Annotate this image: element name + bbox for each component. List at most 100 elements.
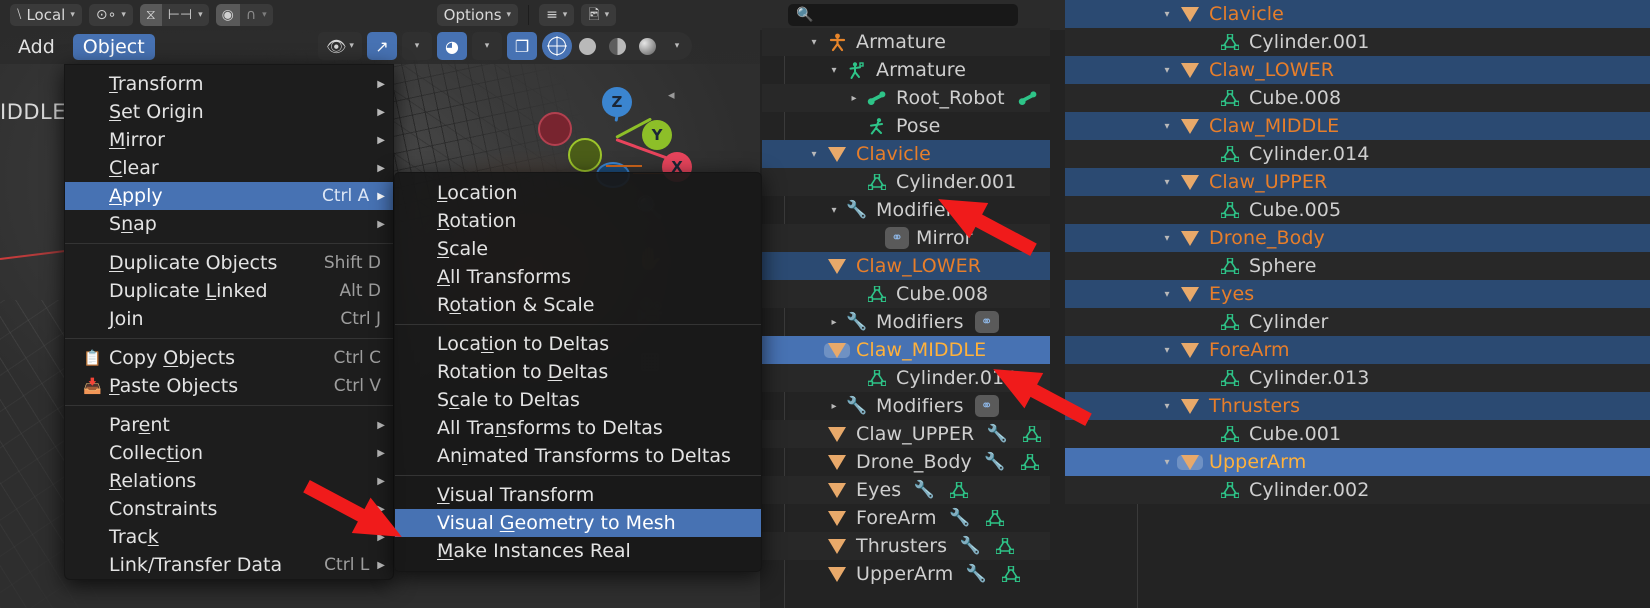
disclosure-right-icon[interactable]: ▸ xyxy=(824,401,844,412)
outliner-row[interactable]: ▸ Sphere xyxy=(1065,252,1650,280)
gizmo-axis-z[interactable]: Z xyxy=(602,87,632,117)
menu-item-set-origin[interactable]: Set Origin ▶ xyxy=(65,98,393,126)
menu-item-copy-objects[interactable]: 📋 Copy Objects Ctrl C xyxy=(65,344,393,372)
submenu-item-scale[interactable]: Scale xyxy=(395,235,761,263)
outliner-search[interactable]: 🔍 xyxy=(788,4,1019,26)
sidebar-toggle-arrow[interactable]: ◂ xyxy=(668,88,675,103)
outliner-row[interactable]: ▾ Clavicle xyxy=(762,140,1050,168)
outliner-row[interactable]: ▸Cylinder.001 xyxy=(1065,28,1650,56)
menu-item-duplicate-objects[interactable]: Duplicate Objects Shift D xyxy=(65,249,393,277)
outliner-row[interactable]: ▸ Claw_UPPER 🔧 xyxy=(762,420,1050,448)
submenu-item-visual-geometry-to-mesh[interactable]: Visual Geometry to Mesh xyxy=(395,509,761,537)
outliner-row[interactable]: ▸ Cube.001 xyxy=(1065,420,1650,448)
menu-add[interactable]: Add xyxy=(8,34,65,60)
outliner-row[interactable]: ▸ Cube.008 xyxy=(762,280,1050,308)
outliner-row[interactable]: ▾ Thrusters xyxy=(1065,392,1650,420)
outliner-row[interactable]: ▸ Root_Robot xyxy=(762,84,1050,112)
disclosure-down-icon[interactable]: ▾ xyxy=(1157,233,1177,244)
shading-dropdown[interactable]: ▾ xyxy=(662,32,692,60)
search-input[interactable] xyxy=(819,7,1011,23)
gizmos-dropdown[interactable]: ▾ xyxy=(402,32,432,60)
outliner-row[interactable]: ▾ UpperArm xyxy=(1065,448,1650,476)
transform-orientation-dropdown[interactable]: ⧵ Local ▾ xyxy=(10,4,82,26)
overlays-toggle[interactable]: ◕ xyxy=(437,32,467,60)
outliner-row[interactable]: ▾ Claw_MIDDLE xyxy=(1065,112,1650,140)
shading-solid-button[interactable] xyxy=(572,32,602,60)
outliner-row[interactable]: ▸ Cylinder.014 xyxy=(1065,140,1650,168)
outliner-row[interactable]: ▸ Cube.008 xyxy=(1065,84,1650,112)
menu-object[interactable]: Object xyxy=(72,34,155,60)
submenu-item-location-to-deltas[interactable]: Location to Deltas xyxy=(395,330,761,358)
outliner-row[interactable]: ▸ Pose xyxy=(762,112,1050,140)
disclosure-down-icon[interactable]: ▾ xyxy=(824,205,844,216)
menu-item-parent[interactable]: Parent ▶ xyxy=(65,411,393,439)
outliner-row[interactable]: ▾ ForeArm xyxy=(1065,336,1650,364)
disclosure-down-icon[interactable]: ▾ xyxy=(1157,345,1177,356)
shading-wireframe-button[interactable] xyxy=(542,32,572,60)
submenu-item-rotation-scale[interactable]: Rotation & Scale xyxy=(395,291,761,319)
shading-material-button[interactable] xyxy=(602,32,632,60)
outliner-row[interactable]: ▸ 🔧 Modifiers ⚭ xyxy=(762,308,1050,336)
disclosure-down-icon[interactable]: ▾ xyxy=(824,65,844,76)
outliner-row[interactable]: ▾ Claw_UPPER xyxy=(1065,168,1650,196)
outliner-row[interactable]: ▸ Eyes 🔧 xyxy=(762,476,1050,504)
disclosure-down-icon[interactable]: ▾ xyxy=(1157,177,1177,188)
gizmos-toggle[interactable]: ↗ xyxy=(367,32,397,60)
disclosure-down-icon[interactable]: ▾ xyxy=(1157,65,1177,76)
snapping-group[interactable]: ⧖ ⊢⊣ ▾ xyxy=(139,4,209,26)
outliner-row[interactable]: ▸ Cube.005 xyxy=(1065,196,1650,224)
disclosure-down-icon[interactable]: ▾ xyxy=(1157,289,1177,300)
submenu-item-animated-transforms-to-deltas[interactable]: Animated Transforms to Deltas xyxy=(395,442,761,470)
disclosure-right-icon[interactable]: ▸ xyxy=(824,317,844,328)
outliner-row[interactable]: ▸ Cylinder.013 xyxy=(1065,364,1650,392)
submenu-item-location[interactable]: Location xyxy=(395,179,761,207)
menu-item-paste-objects[interactable]: 📥 Paste Objects Ctrl V xyxy=(65,372,393,400)
outliner-right-panel[interactable]: ▾ Clavicle ▸ Cylinder.001 ▾ Claw_LOWER ▸ Cube.0… xyxy=(1065,0,1650,608)
outliner-row[interactable]: ▾ Claw_LOWER xyxy=(1065,56,1650,84)
disclosure-down-icon[interactable]: ▾ xyxy=(804,149,824,160)
outliner-row[interactable]: ▸ Drone_Body 🔧 xyxy=(762,448,1050,476)
overlays-dropdown[interactable]: ▾ xyxy=(472,32,502,60)
outliner-row[interactable]: ▸ Thrusters 🔧 xyxy=(762,532,1050,560)
proportional-editing-toggle[interactable]: ◉ xyxy=(215,4,240,26)
outliner-row[interactable]: ▸ UpperArm 🔧 xyxy=(762,560,1050,588)
submenu-item-rotation-to-deltas[interactable]: Rotation to Deltas xyxy=(395,358,761,386)
disclosure-right-icon[interactable]: ▸ xyxy=(844,93,864,104)
disclosure-down-icon[interactable]: ▾ xyxy=(1157,401,1177,412)
menu-item-clear[interactable]: Clear ▶ xyxy=(65,154,393,182)
outliner-row[interactable]: ▾ Armature xyxy=(762,56,1050,84)
viewport-shading-group[interactable]: ▾ xyxy=(542,32,692,60)
pivot-point-dropdown[interactable]: ⊙∘ ▾ xyxy=(88,4,133,26)
submenu-item-rotation[interactable]: Rotation xyxy=(395,207,761,235)
outliner-filter-dropdown[interactable]: ≡ ▾ xyxy=(539,4,575,26)
apply-submenu[interactable]: Location Rotation Scale All Transforms Rotat… xyxy=(394,172,762,572)
options-dropdown[interactable]: Options ▾ xyxy=(436,4,519,26)
disclosure-down-icon[interactable]: ▾ xyxy=(1157,457,1177,468)
menu-item-join[interactable]: Join Ctrl J xyxy=(65,305,393,333)
submenu-item-scale-to-deltas[interactable]: Scale to Deltas xyxy=(395,386,761,414)
submenu-item-all-transforms-to-deltas[interactable]: All Transforms to Deltas xyxy=(395,414,761,442)
menu-item-link-transfer-data[interactable]: Link/Transfer Data Ctrl L ▶ xyxy=(65,551,393,579)
proportional-editing-group[interactable]: ◉ ∩ ▾ xyxy=(215,4,273,26)
outliner-row[interactable]: ▸ Cylinder xyxy=(1065,308,1650,336)
gizmo-axis-y[interactable]: Y xyxy=(642,120,672,150)
menu-item-transform[interactable]: Transform ▶ xyxy=(65,70,393,98)
submenu-item-all-transforms[interactable]: All Transforms xyxy=(395,263,761,291)
menu-item-apply[interactable]: Apply Ctrl A ▶ xyxy=(65,182,393,210)
menu-item-duplicate-linked[interactable]: Duplicate Linked Alt D xyxy=(65,277,393,305)
snap-magnet-toggle[interactable]: ⧖ xyxy=(139,4,162,26)
outliner-row[interactable]: ▸ Cylinder.002 xyxy=(1065,476,1650,504)
disclosure-down-icon[interactable]: ▾ xyxy=(804,37,824,48)
submenu-item-visual-transform[interactable]: Visual Transform xyxy=(395,481,761,509)
outliner-row[interactable]: ▾ Drone_Body xyxy=(1065,224,1650,252)
shading-rendered-button[interactable] xyxy=(632,32,662,60)
snap-to-dropdown[interactable]: ⊢⊣ ▾ xyxy=(162,4,209,26)
disclosure-down-icon[interactable]: ▾ xyxy=(1157,121,1177,132)
toggle-xray-button[interactable]: ❐ xyxy=(507,32,537,60)
disclosure-down-icon[interactable]: ▾ xyxy=(1157,9,1177,20)
outliner-row[interactable]: ▸Cylinder.001 xyxy=(762,168,1050,196)
outliner-row[interactable]: ▾ Eyes xyxy=(1065,280,1650,308)
object-visibility-dropdown[interactable]: 👁 ▾ xyxy=(318,32,362,60)
submenu-item-make-instances-real[interactable]: Make Instances Real xyxy=(395,537,761,565)
outliner-row[interactable]: ▸ ForeArm 🔧 xyxy=(762,504,1050,532)
